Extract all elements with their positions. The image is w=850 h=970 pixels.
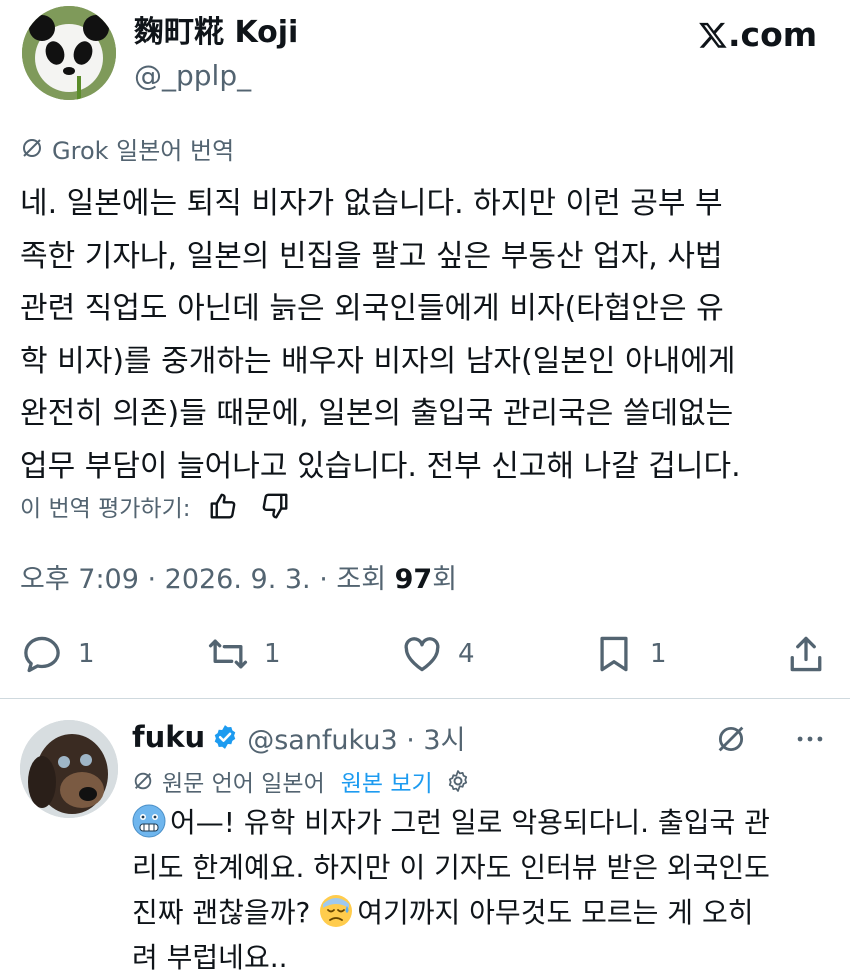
reply-source-row: 원문 언어 일본어 원본 보기	[132, 764, 471, 798]
source-language-label: 원문 언어 일본어	[162, 771, 325, 797]
author-display-name[interactable]: 麴町糀 Koji	[134, 14, 298, 52]
translation-label-row[interactable]: Grok 일본어 번역	[20, 132, 235, 165]
anxious-sweat-emoji	[320, 895, 353, 927]
view-count: 97	[394, 564, 433, 595]
retweet-icon	[208, 639, 248, 669]
author-handle[interactable]: @_pplp_	[134, 58, 251, 94]
reply-author-name[interactable]: fuku	[132, 720, 205, 754]
retweet-count: 1	[264, 639, 281, 669]
reply-more-button[interactable]	[792, 722, 828, 760]
reply-author-avatar[interactable]	[20, 720, 118, 818]
bookmark-action[interactable]: 1	[592, 632, 667, 676]
x-logo-icon	[699, 22, 727, 48]
tweet-timestamp[interactable]: 오후 7:09 · 2026. 9. 3. · 조회	[20, 564, 395, 595]
reply-text: 어—! 유학 비자가 그런 일로 악용되다니. 출입국 관 리도 한계예요. 하…	[132, 800, 837, 970]
retweet-action[interactable]: 1	[206, 632, 281, 676]
reply-author-handle[interactable]: @sanfuku3 · 3시	[247, 718, 465, 757]
translate-slash-icon	[718, 726, 744, 752]
thumbs-up-icon	[210, 493, 235, 519]
reply-translate-button[interactable]	[714, 722, 748, 760]
rate-translation-label: 이 번역 평가하기:	[20, 496, 191, 522]
more-dots-icon	[797, 736, 823, 742]
x-com-logo: .com	[698, 15, 817, 55]
cold-face-emoji	[132, 804, 166, 838]
panda-avatar-image	[22, 6, 116, 100]
section-divider	[0, 698, 850, 699]
thumbs-down-icon	[262, 493, 287, 519]
tweet-meta: 오후 7:09 · 2026. 9. 3. · 조회 97회	[20, 562, 457, 598]
bookmark-icon	[600, 636, 628, 672]
thumbs-up-button[interactable]	[203, 488, 243, 524]
share-icon	[790, 636, 822, 672]
view-original-link[interactable]: 원본 보기	[341, 764, 433, 798]
heart-icon	[404, 637, 440, 672]
rate-translation-row: 이 번역 평가하기:	[20, 488, 295, 524]
like-action[interactable]: 4	[400, 632, 475, 676]
author-avatar[interactable]	[22, 6, 116, 100]
like-count: 4	[458, 639, 475, 669]
share-action[interactable]	[784, 632, 828, 676]
view-count-suffix: 회	[432, 564, 458, 595]
reply-action[interactable]: 1	[20, 632, 95, 676]
translation-label: Grok 일본어 번역	[52, 136, 235, 165]
site-label: .com	[728, 15, 818, 54]
reply-header: fuku @sanfuku3 · 3시	[132, 718, 465, 756]
settings-gear-icon[interactable]	[445, 768, 471, 794]
thumbs-down-button[interactable]	[255, 488, 295, 524]
tweet-text: 네. 일본에는 퇴직 비자가 없습니다. 하지만 이런 공부 부 족한 기자나,…	[20, 186, 741, 484]
reply-count: 1	[78, 639, 95, 669]
translate-slash-icon	[134, 772, 152, 790]
verified-badge-icon	[214, 725, 236, 749]
bookmark-count: 1	[650, 639, 667, 669]
translate-slash-icon	[23, 139, 41, 157]
reply-icon	[24, 636, 60, 673]
dachshund-avatar-image	[20, 720, 118, 818]
